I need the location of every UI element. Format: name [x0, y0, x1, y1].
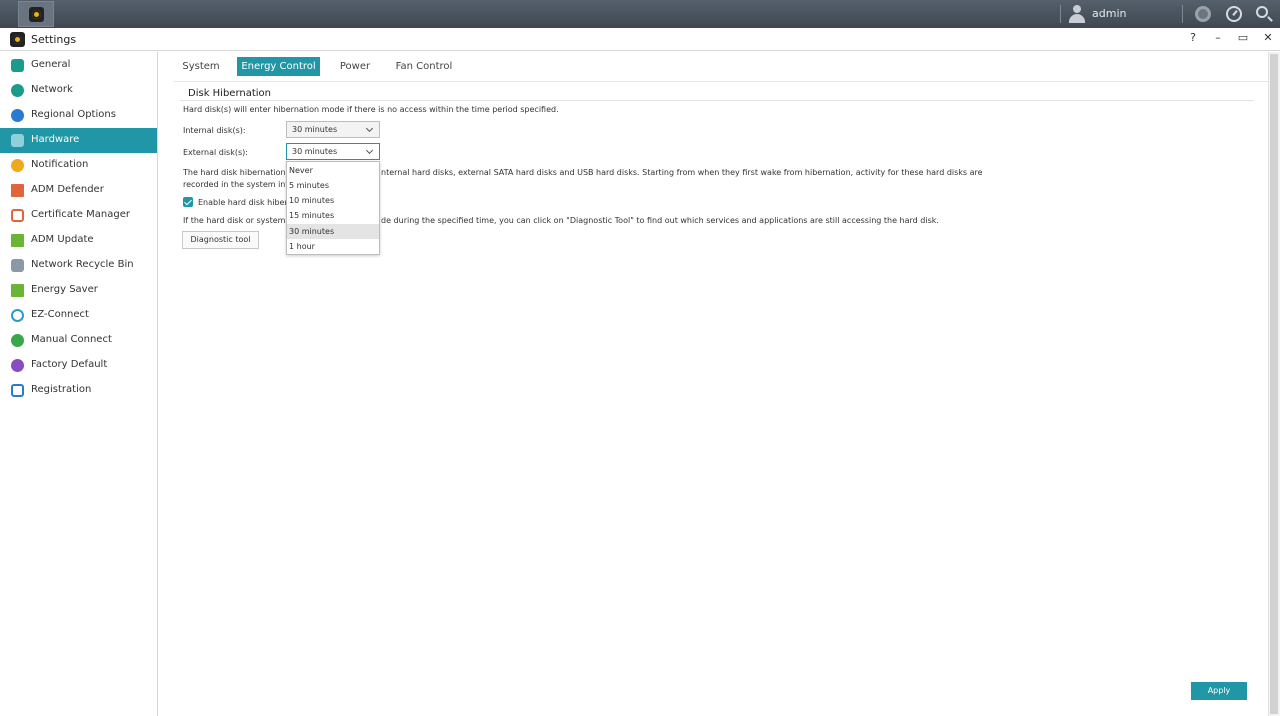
sidebar-item-label: Registration	[31, 384, 92, 395]
resource-monitor-icon[interactable]	[1226, 6, 1242, 22]
dropdown-option-10-minutes[interactable]: 10 minutes	[287, 193, 379, 208]
scrollbar-thumb[interactable]	[1270, 54, 1278, 714]
sidebar-item-label: Factory Default	[31, 359, 108, 370]
enable-hibernation-label: Enable hard disk hiberna	[198, 198, 298, 207]
sidebar-item-label: Hardware	[31, 134, 80, 145]
dropdown-option-never[interactable]: Never	[287, 163, 379, 178]
sidebar-item-ez-connect[interactable]: EZ-Connect	[0, 303, 157, 328]
network-icon	[11, 84, 24, 97]
description-text-start: The hard disk hibernation lo	[183, 168, 296, 177]
tab-fan-control[interactable]: Fan Control	[388, 57, 460, 76]
sidebar-item-notification[interactable]: Notification	[0, 153, 157, 178]
user-icon[interactable]	[1068, 5, 1086, 23]
notification-icon	[11, 159, 24, 172]
sidebar-item-certificate-manager[interactable]: Certificate Manager	[0, 203, 157, 228]
tabs-divider	[174, 81, 1268, 82]
tab-power[interactable]: Power	[330, 57, 380, 76]
sidebar-item-label: Network Recycle Bin	[31, 259, 134, 270]
adm-defender-icon	[11, 184, 24, 197]
topbar-divider	[1060, 5, 1061, 23]
sidebar-item-manual-connect[interactable]: Manual Connect	[0, 328, 157, 353]
manual-connect-icon	[11, 334, 24, 347]
sidebar-item-regional-options[interactable]: Regional Options	[0, 103, 157, 128]
main-panel: System Energy Control Power Fan Control …	[158, 52, 1268, 716]
sidebar-item-registration[interactable]: Registration	[0, 378, 157, 403]
window-titlebar: Settings ? – ▭ ✕	[0, 28, 1280, 51]
general-icon	[11, 59, 24, 72]
sidebar-item-label: ADM Update	[31, 234, 94, 245]
settings-app-icon	[29, 7, 44, 22]
recycle-bin-icon	[11, 259, 24, 272]
chevron-down-icon	[365, 124, 374, 133]
settings-app-icon	[10, 32, 25, 47]
internal-disk-label: Internal disk(s):	[183, 126, 246, 135]
sidebar-item-label: Certificate Manager	[31, 209, 130, 220]
sidebar: General Network Regional Options Hardwar…	[0, 52, 158, 716]
window-title: Settings	[31, 33, 77, 46]
internal-disk-value: 30 minutes	[292, 125, 338, 134]
search-icon[interactable]	[1256, 6, 1268, 18]
sidebar-item-hardware[interactable]: Hardware	[0, 128, 157, 153]
dropdown-option-15-minutes[interactable]: 15 minutes	[287, 208, 379, 223]
ez-connect-icon	[11, 309, 24, 322]
adm-update-icon	[11, 234, 24, 247]
restore-button[interactable]: ▭	[1236, 31, 1250, 45]
note-text-end: de during the specified time, you can cl…	[381, 216, 939, 225]
chevron-down-icon	[365, 146, 374, 155]
enable-hibernation-checkbox[interactable]	[183, 197, 193, 207]
diagnostic-tool-button[interactable]: Diagnostic tool	[182, 231, 259, 249]
top-username[interactable]: admin	[1092, 7, 1126, 20]
intro-text: Hard disk(s) will enter hibernation mode…	[183, 105, 559, 114]
sidebar-item-label: Network	[31, 84, 73, 95]
external-disk-select[interactable]: 30 minutes	[286, 143, 380, 160]
tab-energy-control[interactable]: Energy Control	[237, 57, 320, 76]
notification-icon[interactable]	[1195, 6, 1211, 22]
note-text-start: If the hard disk or system ha	[183, 216, 298, 225]
minimize-button[interactable]: –	[1211, 31, 1225, 45]
sidebar-item-label: Notification	[31, 159, 89, 170]
factory-default-icon	[11, 359, 24, 372]
sidebar-item-energy-saver[interactable]: Energy Saver	[0, 278, 157, 303]
taskbar-settings-app[interactable]	[18, 1, 54, 27]
external-disk-label: External disk(s):	[183, 148, 248, 157]
dropdown-option-5-minutes[interactable]: 5 minutes	[287, 178, 379, 193]
sidebar-item-label: EZ-Connect	[31, 309, 89, 320]
sidebar-item-network[interactable]: Network	[0, 78, 157, 103]
top-bar: admin	[0, 0, 1280, 28]
description-text-end: nternal hard disks, external SATA hard d…	[381, 168, 983, 177]
tab-system[interactable]: System	[174, 57, 228, 76]
dropdown-option-1-hour[interactable]: 1 hour	[287, 239, 379, 254]
sidebar-item-factory-default[interactable]: Factory Default	[0, 353, 157, 378]
sidebar-item-label: Manual Connect	[31, 334, 112, 345]
hardware-icon	[11, 134, 24, 147]
sidebar-item-general[interactable]: General	[0, 53, 157, 78]
section-title: Disk Hibernation	[188, 88, 272, 99]
apply-button[interactable]: Apply	[1191, 682, 1247, 700]
sidebar-item-label: ADM Defender	[31, 184, 104, 195]
energy-saver-icon	[11, 284, 24, 297]
description-text-line2: recorded in the system infor	[183, 180, 297, 189]
internal-disk-select[interactable]: 30 minutes	[286, 121, 380, 138]
sidebar-item-network-recycle-bin[interactable]: Network Recycle Bin	[0, 253, 157, 278]
section-divider	[180, 100, 1254, 101]
sidebar-item-adm-defender[interactable]: ADM Defender	[0, 178, 157, 203]
sidebar-item-label: Energy Saver	[31, 284, 98, 295]
dropdown-option-30-minutes[interactable]: 30 minutes	[287, 224, 379, 239]
registration-icon	[11, 384, 24, 397]
external-disk-value: 30 minutes	[292, 147, 338, 156]
topbar-divider	[1182, 5, 1183, 23]
external-disk-dropdown: Never 5 minutes 10 minutes 15 minutes 30…	[286, 161, 380, 255]
close-button[interactable]: ✕	[1261, 31, 1275, 45]
certificate-manager-icon	[11, 209, 24, 222]
help-button[interactable]: ?	[1186, 31, 1200, 45]
regional-options-icon	[11, 109, 24, 122]
sidebar-item-label: Regional Options	[31, 109, 116, 120]
sidebar-item-label: General	[31, 59, 71, 70]
sidebar-item-adm-update[interactable]: ADM Update	[0, 228, 157, 253]
